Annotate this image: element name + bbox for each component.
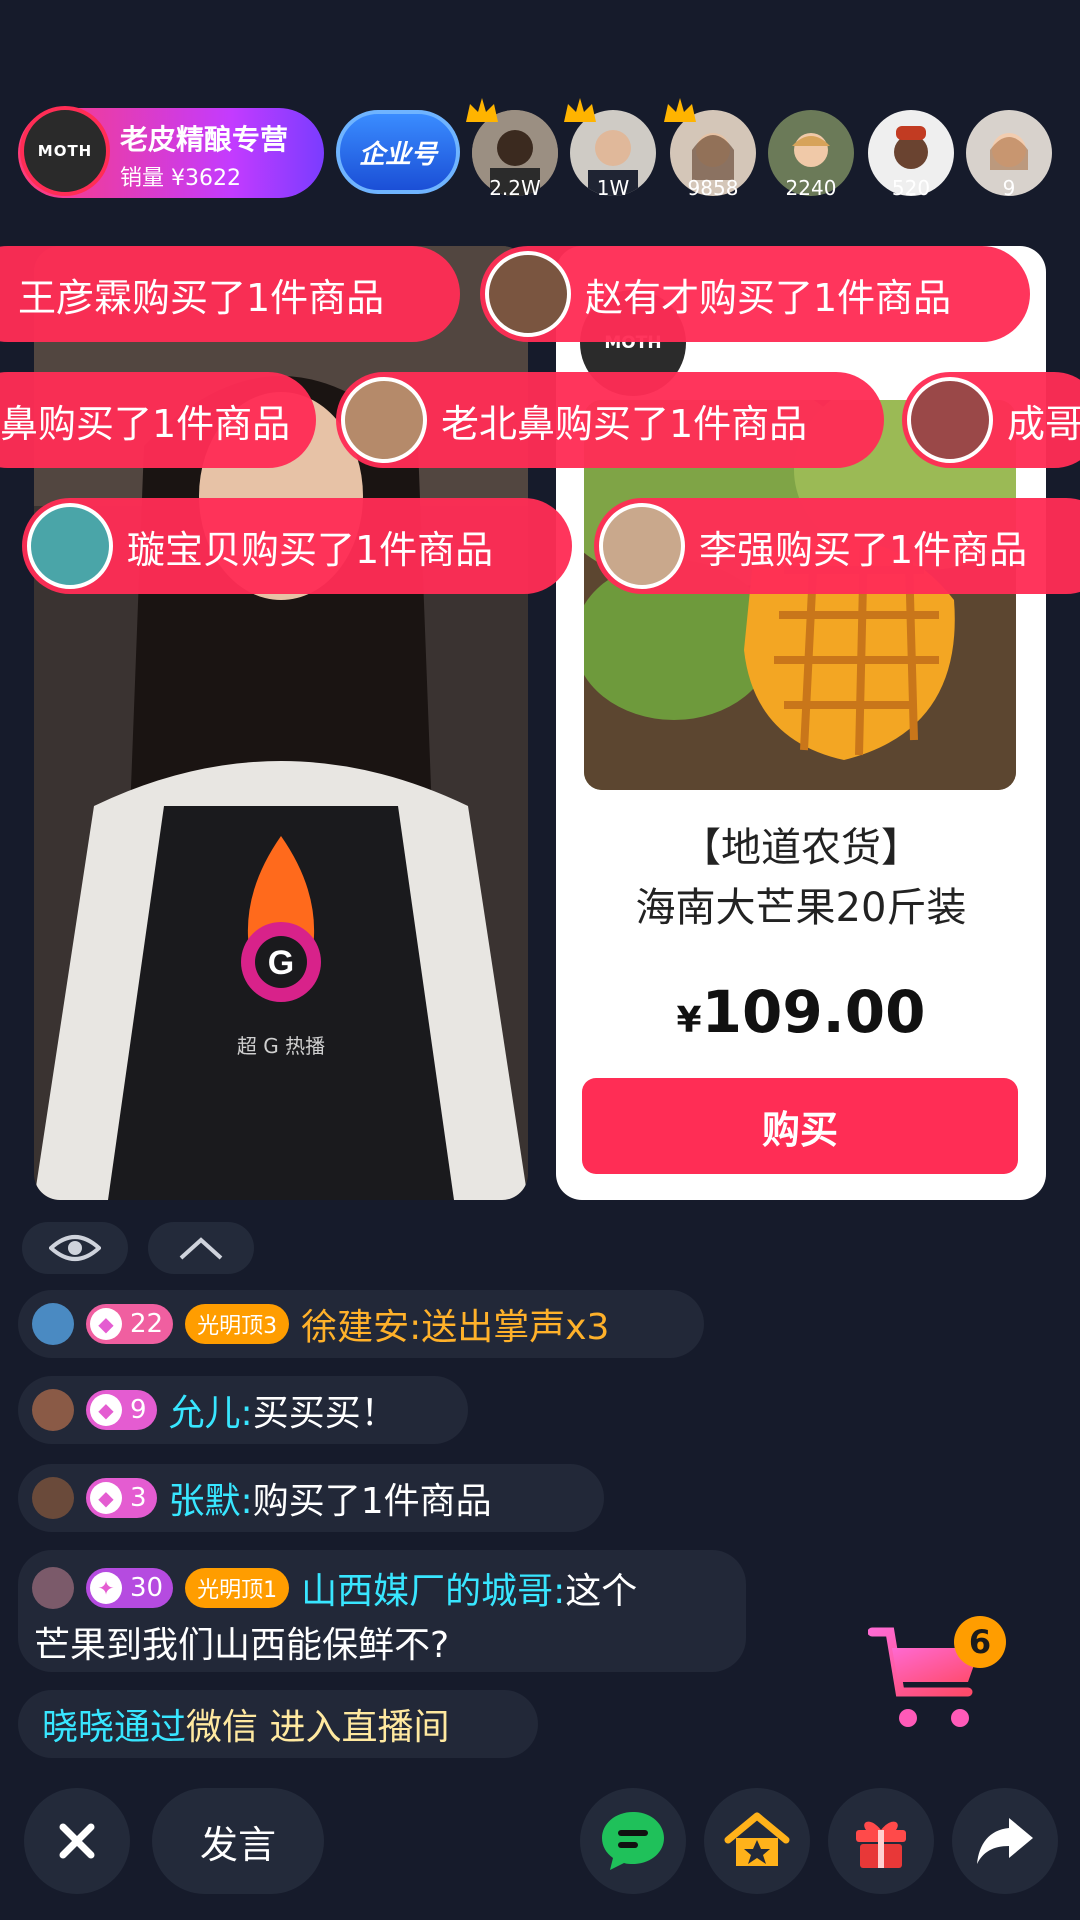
chat-avatar — [32, 1567, 74, 1609]
chat-text: 微信 进入直播间 — [186, 1707, 450, 1748]
rank-badge: 光明顶3 — [185, 1304, 290, 1344]
svg-text:G: G — [268, 944, 294, 982]
viewer-count: 9 — [1002, 176, 1016, 200]
viewer-count: 2240 — [785, 176, 837, 200]
price-currency: ¥ — [676, 1000, 702, 1041]
close-icon — [59, 1823, 95, 1859]
enterprise-badge[interactable]: 企业号 — [336, 110, 460, 194]
crown-icon — [466, 98, 498, 122]
notification-avatar — [907, 377, 993, 463]
chat-message[interactable]: ◆ 22 光明顶3 徐建安: 送出掌声x3 — [18, 1290, 704, 1358]
apron-brand: 超 G 热播 — [236, 1034, 326, 1058]
level-badge: ◆ 3 — [86, 1478, 157, 1518]
notification-text: 李强购买了1件商品 — [699, 527, 1028, 572]
share-icon — [977, 1818, 1033, 1864]
product-title-line1: 【地道农货】 — [681, 825, 921, 871]
chat-text-continued: 芒果到我们山西能保鲜不? — [34, 1625, 450, 1666]
gift-icon — [856, 1821, 906, 1868]
purchase-notification: 璇宝贝购买了1件商品 — [22, 498, 572, 594]
chat-avatar — [32, 1477, 74, 1519]
crown-icon — [664, 98, 696, 122]
viewer-count: 1W — [596, 176, 630, 200]
viewer-count: 9858 — [687, 176, 739, 200]
level-value: 9 — [130, 1395, 147, 1425]
speak-button[interactable]: 发言 — [152, 1788, 324, 1894]
level-badge: ◆ 22 — [86, 1304, 174, 1344]
chat-button[interactable] — [580, 1788, 686, 1894]
notification-text: 赵有才购买了1件商品 — [585, 275, 952, 320]
eye-icon — [49, 1235, 101, 1261]
purchase-notification: 王彦霖购买了1件商品 — [0, 246, 460, 342]
chat-username[interactable]: 张默: — [169, 1472, 253, 1524]
shop-name: 老皮精酿专营 — [120, 123, 289, 156]
purchase-notification: 成哥 — [902, 372, 1080, 468]
purchase-notification: 鼻购买了1件商品 — [0, 372, 316, 468]
product-title-line2: 海南大芒果20斤装 — [635, 885, 967, 931]
product-title: 【地道农货】 海南大芒果20斤装 — [556, 818, 1046, 938]
notification-avatar — [27, 503, 113, 589]
collapse-toggle[interactable] — [148, 1222, 254, 1274]
crown-icon — [564, 98, 596, 122]
notification-text: 璇宝贝购买了1件商品 — [127, 527, 494, 572]
gift-button[interactable] — [828, 1788, 934, 1894]
home-button[interactable] — [704, 1788, 810, 1894]
chat-username[interactable]: 山西媒厂的城哥: — [301, 1562, 565, 1614]
level-value: 3 — [130, 1483, 147, 1513]
rank-badge: 光明顶1 — [185, 1568, 290, 1608]
viewer-count: 520 — [891, 176, 931, 200]
level-value: 22 — [130, 1309, 164, 1339]
chat-username[interactable]: 徐建安: — [301, 1298, 421, 1350]
buy-button[interactable]: 购买 — [582, 1078, 1018, 1174]
chevron-up-icon — [179, 1237, 223, 1260]
chat-text: 购买了1件商品 — [252, 1481, 492, 1522]
notification-text: 王彦霖购买了1件商品 — [18, 275, 385, 320]
purchase-notification: 李强购买了1件商品 — [594, 498, 1080, 594]
shop-sales: 销量 ¥3622 — [120, 166, 241, 191]
chat-username[interactable]: 晓晓通过 — [42, 1698, 186, 1750]
notification-text: 成哥 — [1007, 401, 1080, 446]
price-value: 109.00 — [701, 978, 926, 1046]
chat-text: 买买买！ — [252, 1393, 397, 1434]
chat-message[interactable]: ◆ 3 张默: 购买了1件商品 — [18, 1464, 604, 1532]
viewer-count: 2.2W — [489, 176, 541, 200]
visibility-toggle[interactable] — [22, 1222, 128, 1274]
chat-message[interactable]: ◆ 9 允儿: 买买买！ — [18, 1376, 468, 1444]
close-button[interactable] — [24, 1788, 130, 1894]
chat-avatar — [32, 1303, 74, 1345]
home-icon — [724, 1812, 790, 1866]
chat-text: 送出掌声x3 — [421, 1307, 610, 1348]
notification-avatar — [599, 503, 685, 589]
gem-icon: ◆ — [90, 1394, 122, 1426]
gem-icon: ◆ — [90, 1308, 122, 1340]
purchase-notification: 老北鼻购买了1件商品 — [336, 372, 884, 468]
chat-icon — [602, 1812, 664, 1870]
notification-avatar — [485, 251, 571, 337]
chat-text: 这个 — [565, 1571, 638, 1612]
chat-avatar — [32, 1389, 74, 1431]
purchase-notification: 赵有才购买了1件商品 — [480, 246, 1030, 342]
chat-username[interactable]: 允儿: — [169, 1384, 253, 1436]
product-price: ¥109.00 — [556, 978, 1046, 1046]
level-badge: ✦ 30 — [86, 1568, 174, 1608]
chat-message[interactable]: ✦ 30 光明顶1 山西媒厂的城哥: 这个 芒果到我们山西能保鲜不? — [18, 1550, 746, 1672]
notification-avatar — [341, 377, 427, 463]
chat-message: 晓晓通过 微信 进入直播间 — [18, 1690, 538, 1758]
gem-icon: ✦ — [90, 1572, 122, 1604]
cart-count-badge: 6 — [954, 1616, 1006, 1668]
gem-icon: ◆ — [90, 1482, 122, 1514]
shop-logo-text: MOTH — [37, 142, 93, 160]
notification-text: 老北鼻购买了1件商品 — [441, 401, 808, 446]
share-button[interactable] — [952, 1788, 1058, 1894]
level-value: 30 — [130, 1573, 164, 1603]
shop-logo[interactable]: MOTH — [20, 106, 110, 196]
notification-text: 鼻购买了1件商品 — [0, 401, 291, 446]
level-badge: ◆ 9 — [86, 1390, 157, 1430]
